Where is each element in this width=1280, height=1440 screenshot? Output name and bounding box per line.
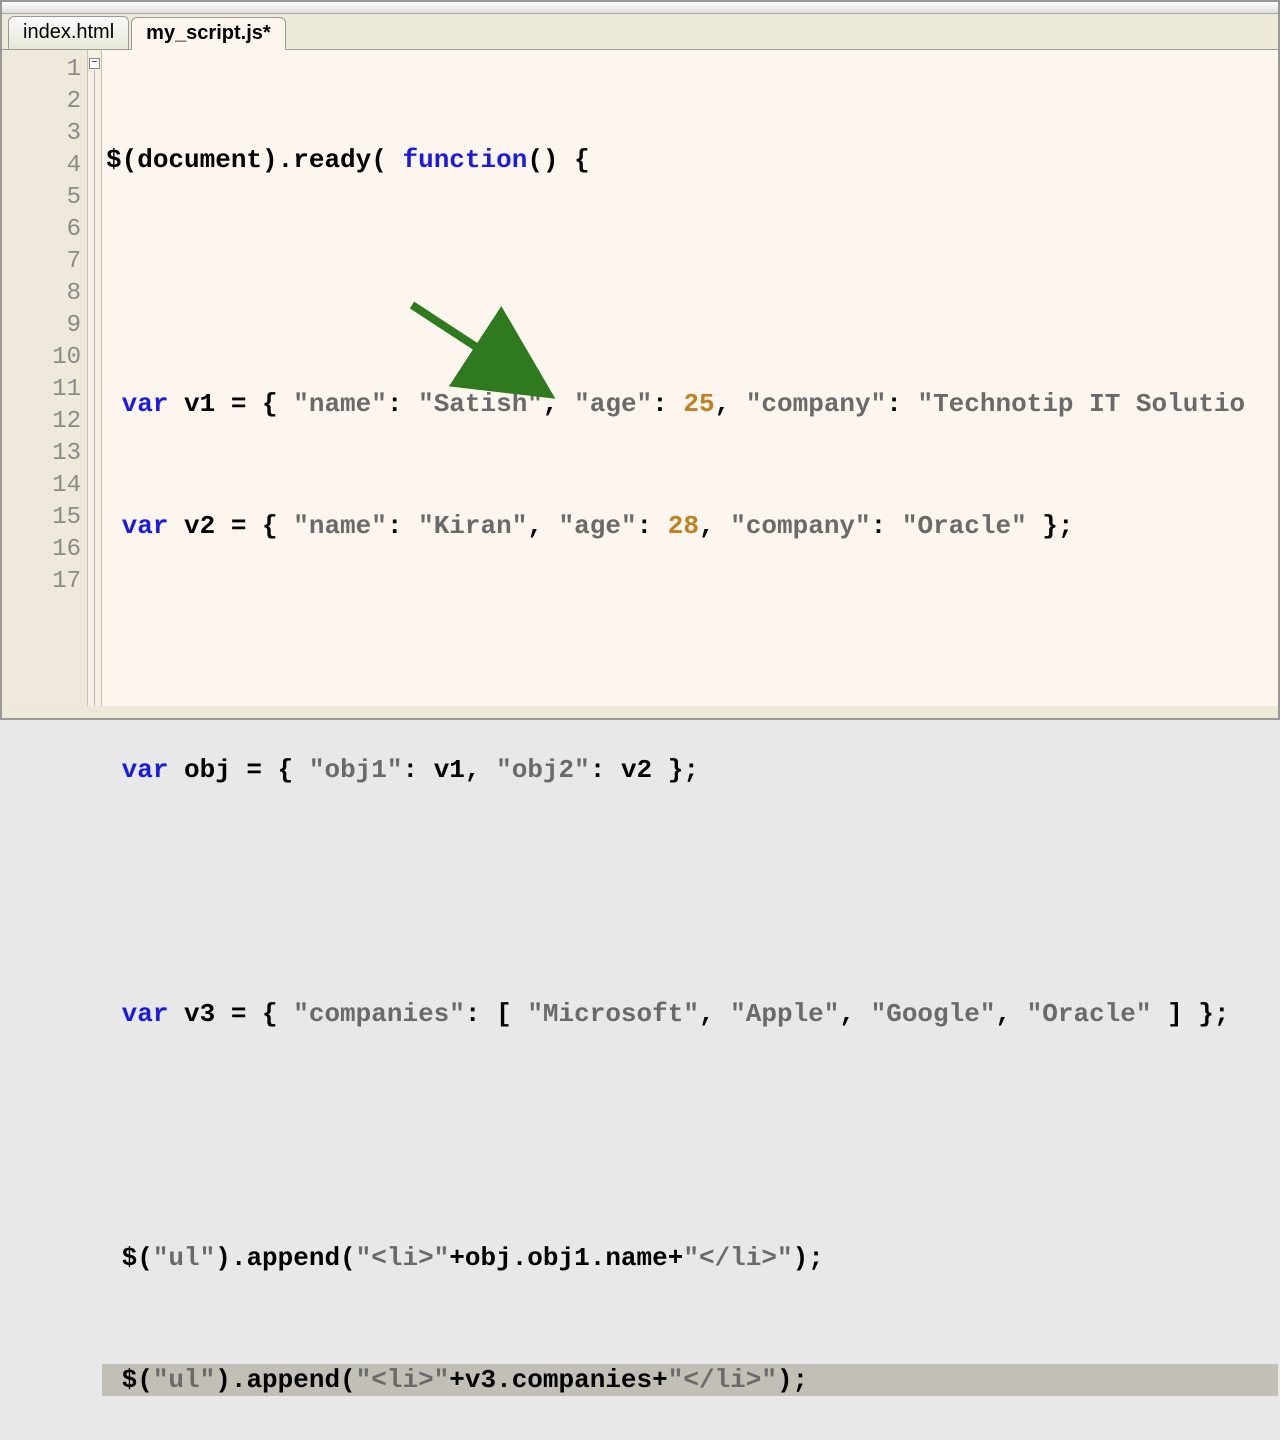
line-number: 9	[2, 310, 87, 342]
line-number: 1	[2, 54, 87, 86]
editor-window: index.html my_script.js* 123456789101112…	[0, 0, 1280, 720]
tab-my-script-js[interactable]: my_script.js*	[131, 17, 286, 50]
line-number: 11	[2, 374, 87, 406]
code-area[interactable]: $(document).ready( function() { var v1 =…	[102, 50, 1278, 706]
line-number: 4	[2, 150, 87, 182]
fold-line	[94, 70, 95, 706]
fold-toggle-icon[interactable]: −	[89, 58, 100, 69]
line-number: 3	[2, 118, 87, 150]
line-number: 5	[2, 182, 87, 214]
line-number: 14	[2, 470, 87, 502]
line-number: 13	[2, 438, 87, 470]
line-number: 6	[2, 214, 87, 246]
line-number: 12	[2, 406, 87, 438]
line-number: 8	[2, 278, 87, 310]
line-number-gutter: 1234567891011121314151617	[2, 50, 88, 706]
line-number: 15	[2, 502, 87, 534]
line-number: 2	[2, 86, 87, 118]
code-editor[interactable]: 1234567891011121314151617 − $(document).…	[2, 50, 1278, 706]
line-number: 7	[2, 246, 87, 278]
line-number: 16	[2, 534, 87, 566]
line-number: 17	[2, 566, 87, 598]
line-number: 10	[2, 342, 87, 374]
fold-gutter[interactable]: −	[88, 50, 102, 706]
tab-index-html[interactable]: index.html	[8, 16, 129, 49]
window-titlebar	[2, 2, 1278, 14]
tab-bar: index.html my_script.js*	[2, 14, 1278, 50]
